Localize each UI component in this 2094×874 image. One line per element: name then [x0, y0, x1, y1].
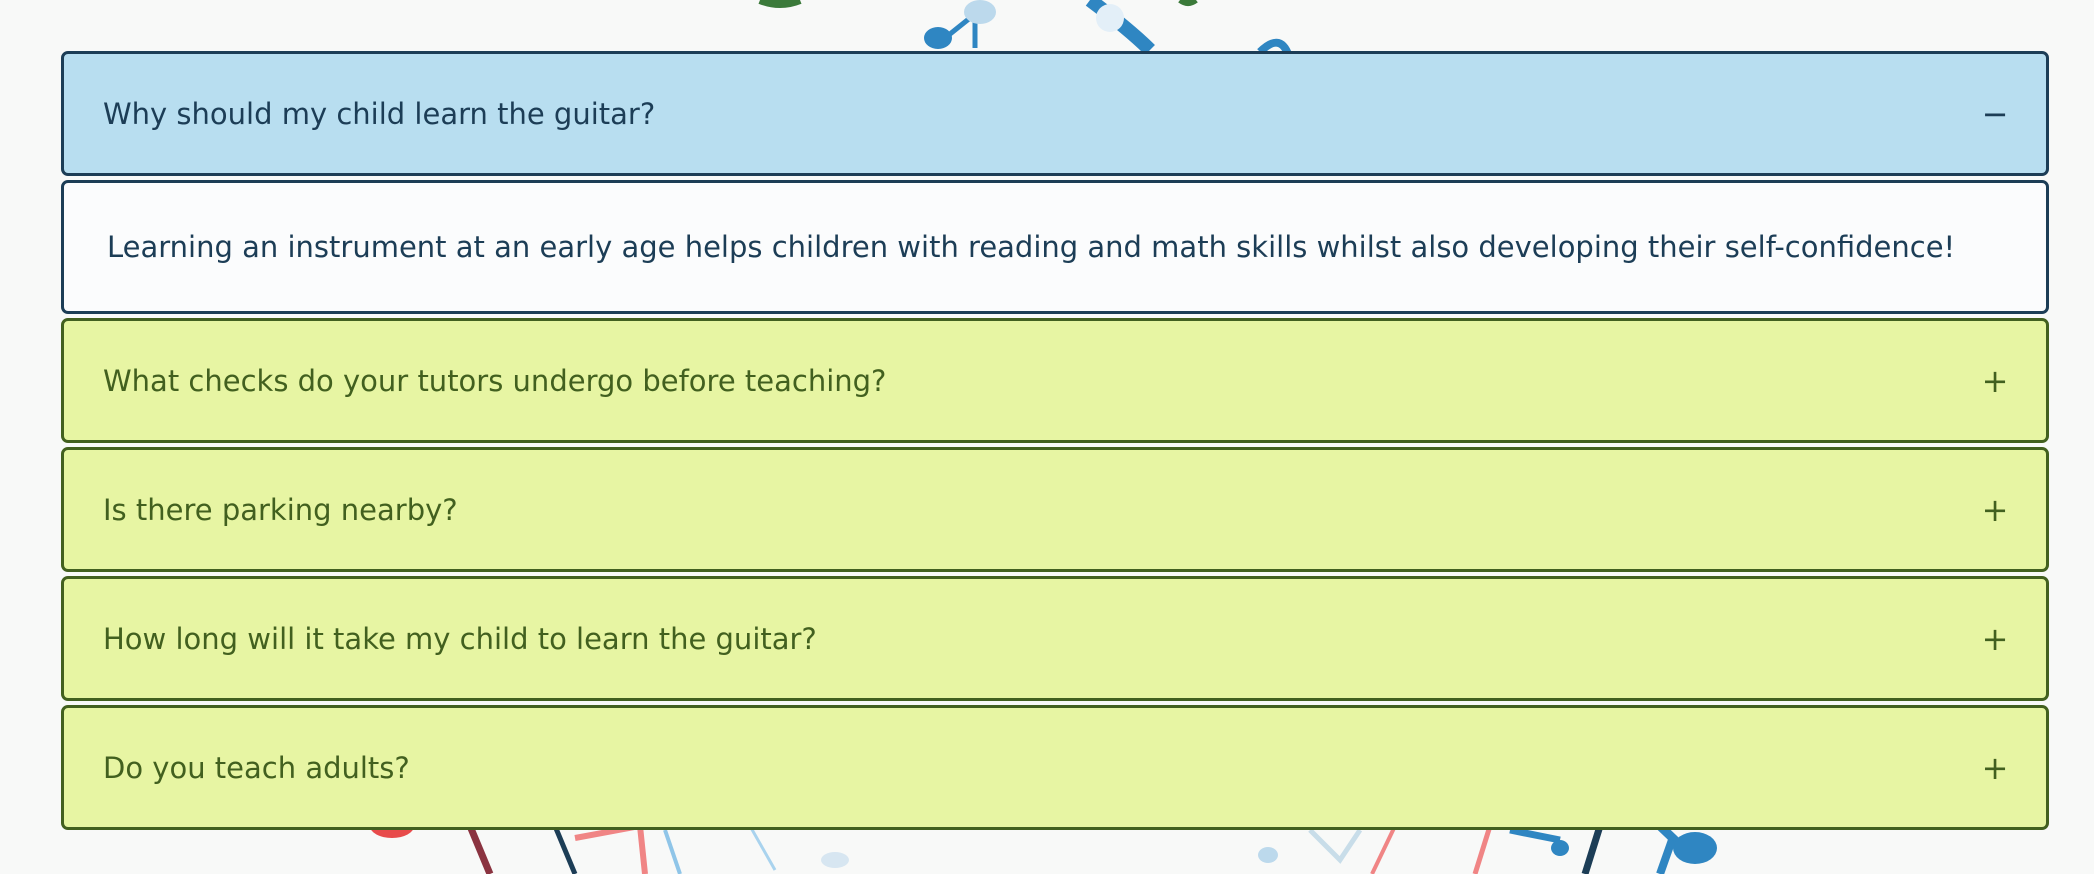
faq-question-header[interactable]: Why should my child learn the guitar? −	[61, 51, 2049, 176]
faq-item: Why should my child learn the guitar? − …	[61, 51, 2049, 314]
minus-icon[interactable]: −	[1980, 98, 2010, 130]
faq-answer-panel: Learning an instrument at an early age h…	[61, 180, 2049, 314]
faq-item: What checks do your tutors undergo befor…	[61, 318, 2049, 443]
plus-icon[interactable]: +	[1980, 752, 2010, 784]
plus-icon[interactable]: +	[1980, 623, 2010, 655]
plus-icon[interactable]: +	[1980, 365, 2010, 397]
faq-item: Do you teach adults? +	[61, 705, 2049, 830]
faq-question-header[interactable]: Do you teach adults? +	[61, 705, 2049, 830]
plus-icon[interactable]: +	[1980, 494, 2010, 526]
faq-answer-text: Learning an instrument at an early age h…	[107, 230, 1956, 264]
faq-accordion: Why should my child learn the guitar? − …	[61, 51, 2049, 830]
faq-item: Is there parking nearby? +	[61, 447, 2049, 572]
faq-question-text: Is there parking nearby?	[103, 492, 458, 527]
faq-question-header[interactable]: What checks do your tutors undergo befor…	[61, 318, 2049, 443]
faq-question-header[interactable]: How long will it take my child to learn …	[61, 576, 2049, 701]
faq-question-text: Why should my child learn the guitar?	[103, 96, 656, 131]
faq-question-header[interactable]: Is there parking nearby? +	[61, 447, 2049, 572]
faq-question-text: Do you teach adults?	[103, 750, 410, 785]
faq-item: How long will it take my child to learn …	[61, 576, 2049, 701]
faq-question-text: What checks do your tutors undergo befor…	[103, 363, 887, 398]
faq-question-text: How long will it take my child to learn …	[103, 621, 817, 656]
